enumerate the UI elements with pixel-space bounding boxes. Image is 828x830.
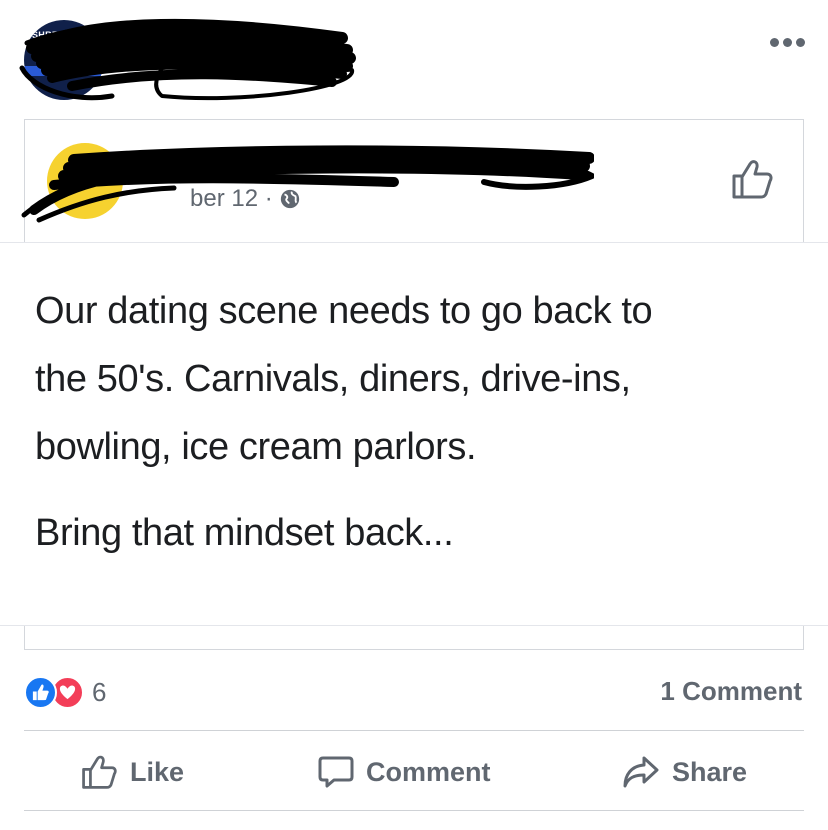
like-icon [82,755,117,789]
reaction-count: 6 [92,676,107,707]
comment-button[interactable]: Comment [318,752,491,792]
divider [24,730,804,731]
shared-post-card-bottom [24,626,804,650]
thumbs-up-outline-icon[interactable] [730,158,774,200]
share-icon [623,756,659,788]
like-button[interactable]: Like [80,752,184,792]
post-date[interactable]: ber 12 · [190,185,273,213]
like-reaction-icon [24,675,57,709]
status-line: bowling, ice cream parlors. [35,426,477,468]
original-poster-avatar[interactable] [47,143,123,219]
globe-icon [280,189,299,209]
avatar-badge-text: SHREVEPORT POLICE [32,30,98,50]
shared-post-card[interactable] [24,119,804,242]
post-meta: ber 12 · [190,184,301,214]
divider [24,810,804,811]
facebook-post: SHREVEPORT POLICE ber 12 · Our dating sc… [0,0,828,830]
share-label: Share [672,756,748,787]
comment-icon [318,756,354,788]
more-horizontal-icon[interactable] [770,38,806,48]
status-line: the 50's. Carnivals, diners, drive-ins, [35,358,631,400]
status-line: Bring that mindset back... [35,512,454,554]
status-line: Our dating scene needs to go back to [35,290,653,332]
comment-count-link[interactable]: 1 Comment [660,676,802,707]
avatar-badge-band [24,66,104,76]
post-header: SHREVEPORT POLICE [0,0,828,112]
comment-label: Comment [366,756,491,787]
like-label: Like [130,756,185,787]
reaction-summary[interactable]: 6 [24,674,106,710]
page-avatar[interactable]: SHREVEPORT POLICE [24,20,104,100]
share-button[interactable]: Share [622,752,747,792]
